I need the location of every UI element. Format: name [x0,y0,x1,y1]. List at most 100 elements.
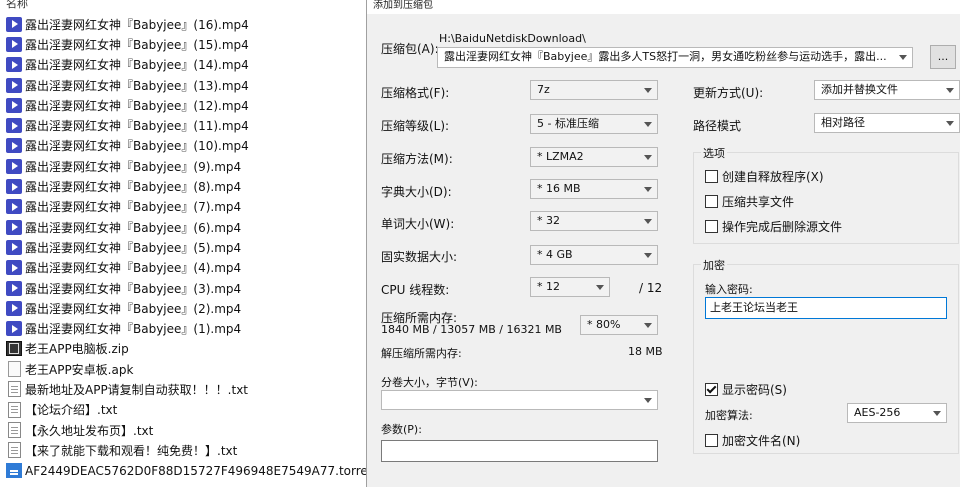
solid-combo[interactable]: * 4 GB [530,245,658,265]
dict-label: 字典大小(D): [381,185,452,199]
file-name: 露出淫妻网红女神『Babyjee』(12).mp4 [25,98,249,113]
chevron-down-icon [899,55,907,60]
show-password-checkbox[interactable]: 显示密码(S) [705,381,787,398]
level-label: 压缩等级(L): [381,119,450,133]
file-row[interactable]: 露出淫妻网红女神『Babyjee』(9).mp4 [6,156,366,176]
chevron-down-icon [644,122,652,127]
video-file-icon [6,179,22,195]
password-input[interactable]: 上老王论坛当老王 [705,297,947,319]
file-row[interactable]: 露出淫妻网红女神『Babyjee』(2).mp4 [6,298,366,318]
video-file-icon [6,260,22,276]
dialog-titlebar[interactable]: 添加到压缩包 [367,0,960,14]
archive-name-value: 露出淫妻网红女神『Babyjee』露出多人TS怒打一洞，男女通吃粉丝参与运动选手… [444,50,887,63]
split-label: 分卷大小，字节(V): [381,376,478,389]
file-row[interactable]: AF2449DEAC5762D0F88D15727F496948E7549A77… [6,461,366,481]
file-name: 露出淫妻网红女神『Babyjee』(10).mp4 [25,139,249,154]
word-value: * 32 [537,214,560,227]
delete-after-label: 操作完成后删除源文件 [722,220,843,234]
enc-method-combo[interactable]: AES-256 [847,403,947,423]
dialog-title: 添加到压缩包 [373,0,433,11]
column-header-name[interactable]: 名称 [6,0,28,12]
solid-value: * 4 GB [537,248,573,261]
dict-combo[interactable]: * 16 MB [530,179,658,199]
file-row[interactable]: 露出淫妻网红女神『Babyjee』(1).mp4 [6,318,366,338]
cpu-value: * 12 [537,280,560,293]
file-row[interactable]: 露出淫妻网红女神『Babyjee』(6).mp4 [6,217,366,237]
chevron-down-icon [946,88,954,93]
file-name: 【论坛介绍】.txt [25,403,118,418]
method-combo[interactable]: * LZMA2 [530,147,658,167]
level-combo[interactable]: 5 - 标准压缩 [530,114,658,134]
checkbox-box[interactable] [705,170,718,183]
chevron-down-icon [596,285,604,290]
file-row[interactable]: 露出淫妻网红女神『Babyjee』(5).mp4 [6,237,366,257]
apk-file-icon [8,361,21,378]
file-row[interactable]: 露出淫妻网红女神『Babyjee』(7).mp4 [6,197,366,217]
delete-after-checkbox[interactable]: 操作完成后删除源文件 [705,218,842,235]
file-row[interactable]: 露出淫妻网红女神『Babyjee』(14).mp4 [6,55,366,75]
format-combo[interactable]: 7z [530,80,658,100]
shared-label: 压缩共享文件 [722,195,795,209]
chevron-down-icon [946,121,954,126]
encrypt-names-checkbox[interactable]: 加密文件名(N) [705,432,800,449]
zip-file-icon [6,341,22,357]
decomp-label: 解压缩所需内存: [381,347,462,360]
video-file-icon [6,158,22,174]
file-row[interactable]: 露出淫妻网红女神『Babyjee』(16).mp4 [6,14,366,34]
password-label: 输入密码: [705,283,753,296]
archive-label: 压缩包(A): [381,42,439,56]
video-file-icon [6,36,22,52]
file-row[interactable]: 露出淫妻网红女神『Babyjee』(4).mp4 [6,258,366,278]
file-row[interactable]: 【来了就能下载和观看！纯免费！】.txt [6,440,366,460]
shared-checkbox[interactable]: 压缩共享文件 [705,193,794,210]
archive-name-combo[interactable]: 露出淫妻网红女神『Babyjee』露出多人TS怒打一洞，男女通吃粉丝参与运动选手… [437,47,913,68]
file-row[interactable]: 露出淫妻网红女神『Babyjee』(10).mp4 [6,136,366,156]
method-value: * LZMA2 [537,150,584,163]
file-row[interactable]: 露出淫妻网红女神『Babyjee』(3).mp4 [6,278,366,298]
file-name: 最新地址及APP请复制自动获取！！！.txt [25,382,249,397]
sfx-checkbox[interactable]: 创建自释放程序(X) [705,168,824,185]
file-row[interactable]: 【论坛介绍】.txt [6,400,366,420]
chevron-down-icon [644,88,652,93]
enc-method-label: 加密算法: [705,409,753,422]
file-row[interactable]: 露出淫妻网红女神『Babyjee』(8).mp4 [6,176,366,196]
video-file-icon [6,239,22,255]
file-row[interactable]: 最新地址及APP请复制自动获取！！！.txt [6,379,366,399]
update-combo[interactable]: 添加并替换文件 [814,80,960,100]
mem-combo[interactable]: * 80% [580,315,658,335]
method-label: 压缩方法(M): [381,152,453,166]
chevron-down-icon [933,411,941,416]
video-file-icon [6,138,22,154]
video-file-icon [6,77,22,93]
checkbox-box[interactable] [705,383,718,396]
file-name: 露出淫妻网红女神『Babyjee』(4).mp4 [25,261,242,276]
dict-value: * 16 MB [537,182,581,195]
file-row[interactable]: 露出淫妻网红女神『Babyjee』(13).mp4 [6,75,366,95]
browse-button[interactable]: ... [930,45,956,69]
file-name: 露出淫妻网红女神『Babyjee』(16).mp4 [25,17,249,32]
file-row[interactable]: 【永久地址发布页】.txt [6,420,366,440]
checkbox-box[interactable] [705,434,718,447]
file-row[interactable]: 露出淫妻网红女神『Babyjee』(12).mp4 [6,95,366,115]
doc-file-icon [8,381,21,398]
format-value: 7z [537,83,550,96]
split-combo[interactable] [381,390,658,410]
file-row[interactable]: 老王APP安卓板.apk [6,359,366,379]
checkbox-box[interactable] [705,195,718,208]
chevron-down-icon [644,155,652,160]
file-row[interactable]: 老王APP电脑板.zip [6,339,366,359]
params-input[interactable] [381,440,658,462]
file-row[interactable]: 露出淫妻网红女神『Babyjee』(15).mp4 [6,34,366,54]
cpu-combo[interactable]: * 12 [530,277,610,297]
file-name: 老王APP电脑板.zip [25,342,129,357]
format-label: 压缩格式(F): [381,86,450,100]
chevron-down-icon [644,219,652,224]
params-label: 参数(P): [381,423,422,436]
path-mode-combo[interactable]: 相对路径 [814,113,960,133]
checkbox-box[interactable] [705,220,718,233]
word-combo[interactable]: * 32 [530,211,658,231]
file-name: 【永久地址发布页】.txt [25,423,154,438]
file-name: 露出淫妻网红女神『Babyjee』(15).mp4 [25,37,249,52]
video-file-icon [6,118,22,134]
file-row[interactable]: 露出淫妻网红女神『Babyjee』(11).mp4 [6,115,366,135]
